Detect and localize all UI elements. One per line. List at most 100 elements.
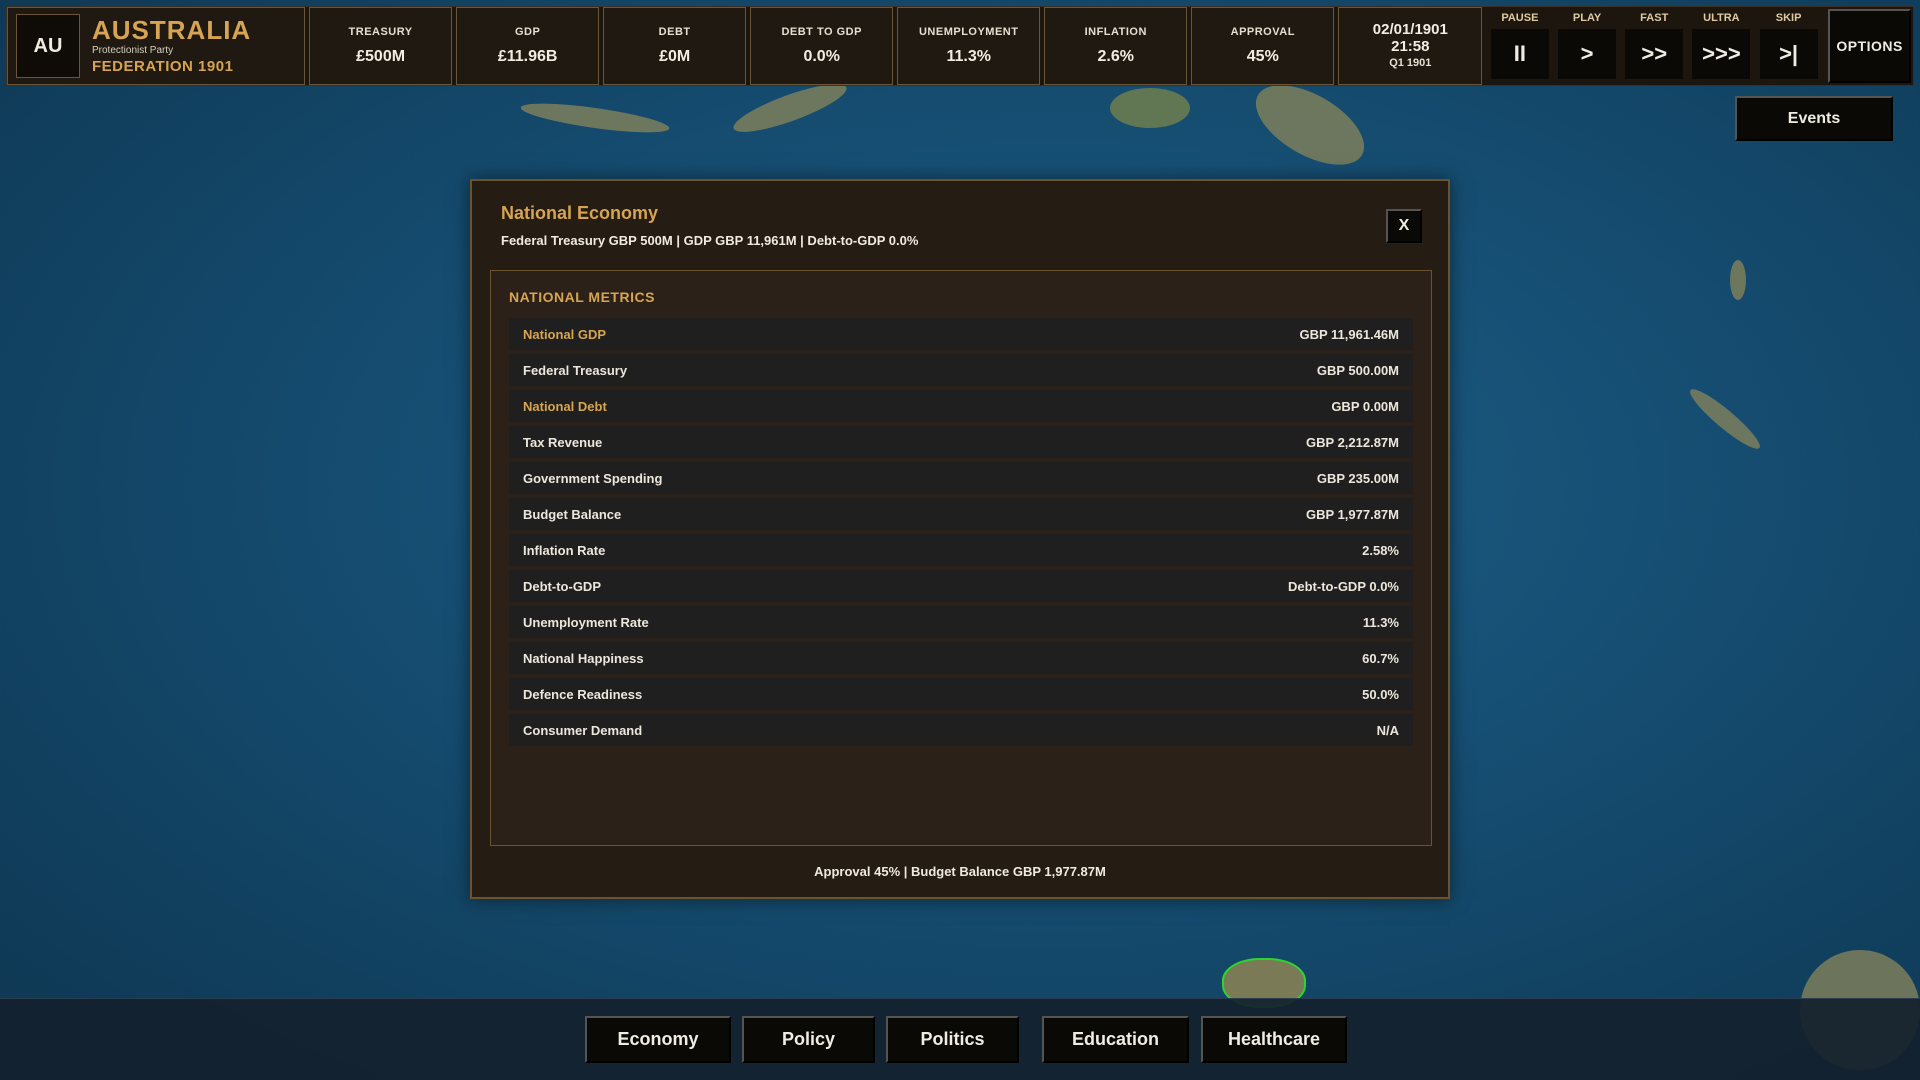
country-name: AUSTRALIA	[92, 15, 252, 45]
modal-subtitle: Federal Treasury GBP 500M | GDP GBP 11,9…	[501, 233, 919, 248]
metrics-panel: NATIONAL METRICS National GDP GBP 11,961…	[490, 270, 1432, 846]
nav-economy-button[interactable]: Economy	[585, 1016, 731, 1063]
island-landmass	[1110, 88, 1190, 128]
modal-footer-summary: Approval 45% | Budget Balance GBP 1,977.…	[814, 864, 1106, 879]
stat-inflation[interactable]: INFLATION 2.6%	[1044, 7, 1188, 85]
metric-row-national-happiness: National Happiness 60.7%	[509, 642, 1413, 674]
stat-label: TREASURY	[348, 26, 413, 38]
metric-label: Tax Revenue	[523, 434, 603, 450]
nav-politics-button[interactable]: Politics	[886, 1016, 1019, 1063]
metric-label: Federal Treasury	[523, 362, 628, 378]
nav-education-button[interactable]: Education	[1042, 1016, 1189, 1063]
metric-value: 60.7%	[1362, 650, 1399, 666]
metric-value: GBP 2,212.87M	[1306, 434, 1399, 450]
speed-label: PAUSE	[1501, 12, 1539, 24]
game-time: 21:58	[1391, 37, 1430, 55]
island-landmass	[519, 97, 671, 139]
stat-debt[interactable]: DEBT £0M	[603, 7, 747, 85]
nav-policy-button[interactable]: Policy	[742, 1016, 875, 1063]
stat-label: DEBT	[658, 26, 691, 38]
stat-value: £0M	[659, 48, 691, 65]
speed-label: ULTRA	[1703, 12, 1740, 24]
metric-row-inflation-rate: Inflation Rate 2.58%	[509, 534, 1413, 566]
metrics-heading: NATIONAL METRICS	[509, 289, 655, 305]
speed-pause: PAUSE II	[1490, 7, 1549, 85]
stat-unemployment[interactable]: UNEMPLOYMENT 11.3%	[897, 7, 1041, 85]
stat-label: APPROVAL	[1230, 26, 1295, 38]
stat-label: GDP	[514, 26, 541, 38]
close-button[interactable]: X	[1386, 209, 1422, 243]
ruling-party: Protectionist Party	[92, 45, 174, 56]
speed-play: PLAY >	[1557, 7, 1617, 85]
country-flag: AU	[16, 14, 80, 78]
metric-label: National Debt	[523, 398, 607, 414]
speed-fast: FAST >>	[1625, 7, 1684, 85]
metric-row-national-gdp: National GDP GBP 11,961.46M	[509, 318, 1413, 350]
metric-row-tax-revenue: Tax Revenue GBP 2,212.87M	[509, 426, 1413, 458]
stat-label: INFLATION	[1084, 26, 1147, 38]
metric-row-budget-balance: Budget Balance GBP 1,977.87M	[509, 498, 1413, 530]
national-economy-modal: National Economy Federal Treasury GBP 50…	[470, 179, 1450, 899]
speed-label: FAST	[1640, 12, 1669, 24]
metric-label: Defence Readiness	[523, 686, 643, 702]
options-button[interactable]: OPTIONS	[1828, 9, 1912, 83]
metrics-list: National GDP GBP 11,961.46M Federal Trea…	[509, 318, 1413, 750]
game-date: 02/01/1901	[1372, 20, 1448, 38]
top-status-bar: AU AUSTRALIA Protectionist Party FEDERAT…	[6, 6, 1914, 86]
metric-label: Debt-to-GDP	[523, 578, 601, 594]
stat-gdp[interactable]: GDP £11.96B	[456, 7, 600, 85]
metric-value: N/A	[1376, 722, 1399, 738]
metric-label: National Happiness	[523, 650, 644, 666]
modal-title: National Economy	[501, 203, 659, 223]
stat-value: £11.96B	[497, 48, 558, 65]
metric-label: National GDP	[523, 326, 607, 342]
metric-label: Budget Balance	[523, 506, 622, 522]
game-quarter: Q1 1901	[1389, 56, 1432, 69]
metric-value: GBP 11,961.46M	[1299, 326, 1400, 342]
metric-label: Unemployment Rate	[523, 614, 649, 630]
fast-button[interactable]: >>	[1625, 29, 1684, 79]
ultra-button[interactable]: >>>	[1692, 29, 1751, 79]
metric-value: GBP 500.00M	[1316, 362, 1399, 378]
stat-debt-to-gdp[interactable]: DEBT TO GDP 0.0%	[750, 7, 894, 85]
island-landmass	[1730, 260, 1746, 300]
metric-value: GBP 0.00M	[1331, 398, 1399, 414]
nav-healthcare-button[interactable]: Healthcare	[1201, 1016, 1347, 1063]
island-landmass	[1684, 383, 1766, 455]
metric-value: 50.0%	[1362, 686, 1399, 702]
metric-value: GBP 235.00M	[1316, 470, 1399, 486]
speed-skip: SKIP >|	[1759, 7, 1818, 85]
metric-row-federal-treasury: Federal Treasury GBP 500.00M	[509, 354, 1413, 386]
metric-row-consumer-demand: Consumer Demand N/A	[509, 714, 1413, 746]
skip-button[interactable]: >|	[1759, 29, 1818, 79]
country-info: AUSTRALIA Protectionist Party FEDERATION…	[92, 16, 251, 76]
metric-value: GBP 1,977.87M	[1306, 506, 1399, 522]
metric-label: Government Spending	[523, 470, 663, 486]
stat-label: UNEMPLOYMENT	[918, 26, 1019, 38]
metric-row-debt-to-gdp: Debt-to-GDP Debt-to-GDP 0.0%	[509, 570, 1413, 602]
metric-row-unemployment-rate: Unemployment Rate 11.3%	[509, 606, 1413, 638]
stat-treasury[interactable]: TREASURY £500M	[309, 7, 453, 85]
stat-label: DEBT TO GDP	[781, 26, 862, 38]
speed-label: PLAY	[1572, 12, 1602, 24]
stat-approval[interactable]: APPROVAL 45%	[1191, 7, 1335, 85]
metric-row-national-debt: National Debt GBP 0.00M	[509, 390, 1413, 422]
stat-value: 11.3%	[946, 48, 991, 65]
metric-value: 11.3%	[1362, 614, 1399, 630]
events-button[interactable]: Events	[1735, 96, 1893, 141]
metric-label: Inflation Rate	[523, 542, 606, 558]
metric-row-defence-readiness: Defence Readiness 50.0%	[509, 678, 1413, 710]
stat-value: £500M	[356, 48, 406, 65]
speed-label: SKIP	[1775, 12, 1802, 24]
stat-value: 45%	[1246, 48, 1279, 65]
game-date-display: 02/01/1901 21:58 Q1 1901	[1338, 7, 1483, 85]
country-panel[interactable]: AU AUSTRALIA Protectionist Party FEDERAT…	[7, 7, 306, 85]
pause-button[interactable]: II	[1490, 29, 1549, 79]
metric-value: 2.58%	[1362, 542, 1399, 558]
metric-row-government-spending: Government Spending GBP 235.00M	[509, 462, 1413, 494]
play-button[interactable]: >	[1558, 29, 1617, 79]
stat-value: 2.6%	[1097, 48, 1134, 65]
metric-value: Debt-to-GDP 0.0%	[1288, 578, 1399, 594]
speed-ultra: ULTRA >>>	[1692, 7, 1751, 85]
metric-label: Consumer Demand	[523, 722, 643, 738]
